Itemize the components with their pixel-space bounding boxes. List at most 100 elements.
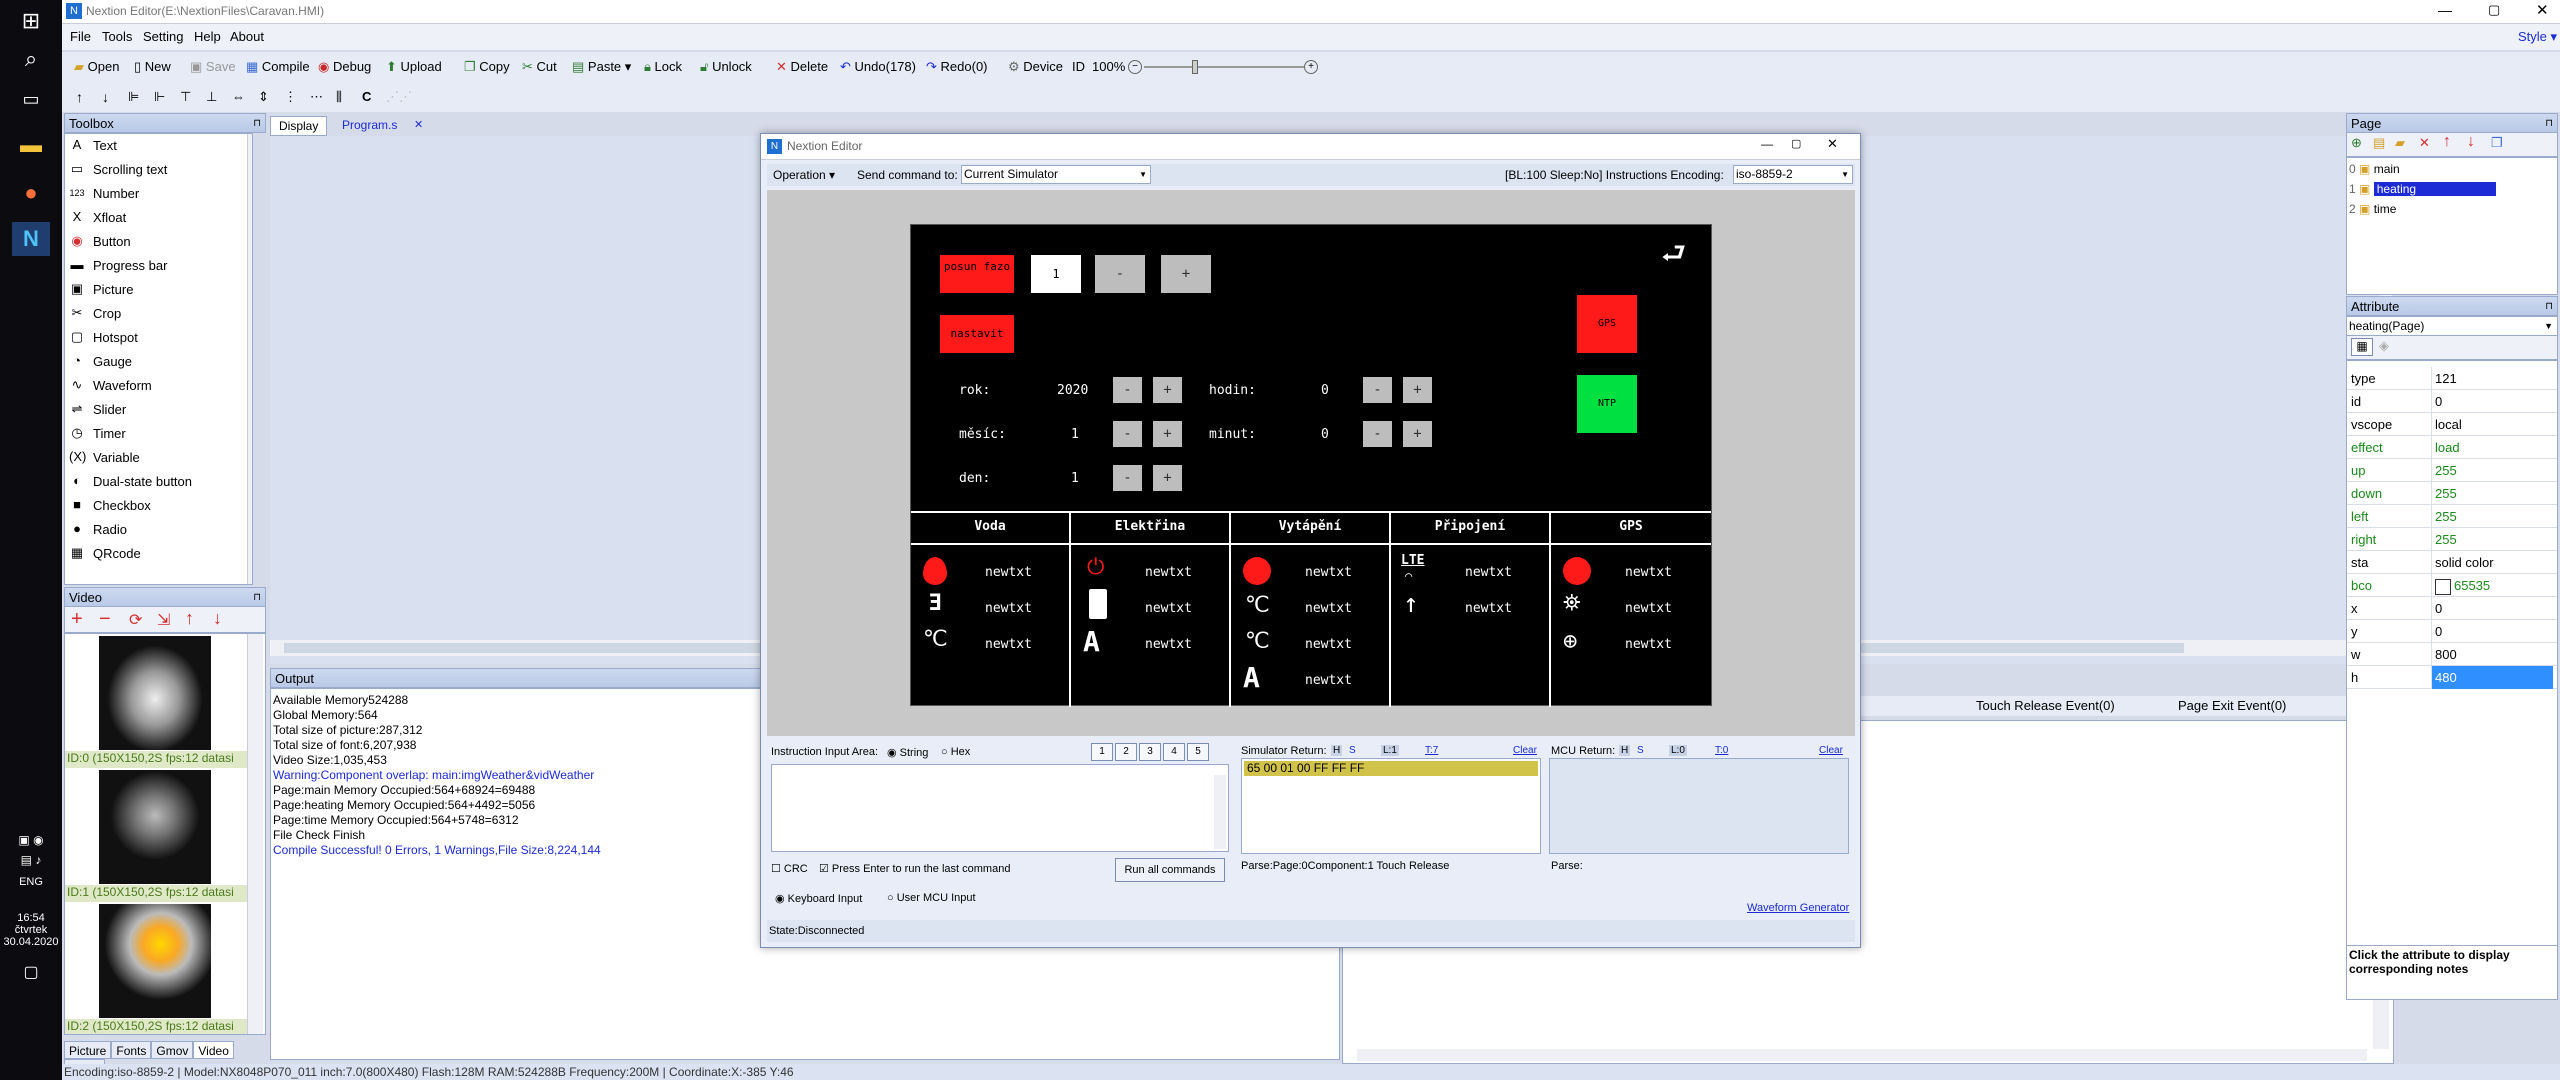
zoom-out-icon[interactable]: − <box>1128 60 1142 74</box>
back-arrow-icon[interactable]: ⮐ <box>1661 233 1686 281</box>
attribute-selector[interactable]: heating(Page) ▼ <box>2346 316 2558 336</box>
unlock-button[interactable]: 🔓︎ Unlock <box>700 56 752 78</box>
tray-icons[interactable]: ▣ ◉ ▤ ♪ <box>0 830 62 870</box>
hodin-minus-button[interactable]: - <box>1363 377 1392 403</box>
attribute-value[interactable]: 255 <box>2431 482 2553 505</box>
page-item-main[interactable]: 0 ▣ main <box>2349 162 2400 176</box>
touch-release-event-tab[interactable]: Touch Release Event(0) <box>1976 698 2115 713</box>
attribute-value[interactable]: 255 <box>2431 505 2553 528</box>
nastavit-button[interactable]: nastavit <box>940 315 1014 353</box>
ntp-button[interactable]: NTP <box>1577 375 1637 433</box>
user-mcu-radio[interactable]: ○ User MCU Input <box>887 892 976 904</box>
tab-fonts[interactable]: Fonts <box>111 1041 152 1059</box>
phase-plus-button[interactable]: + <box>1161 255 1211 293</box>
attribute-row[interactable]: w 800 <box>2347 643 2557 666</box>
attribute-value[interactable]: local <box>2431 413 2553 436</box>
delete-button[interactable]: ✕ Delete <box>776 56 828 78</box>
attribute-value[interactable]: 0 <box>2431 390 2553 413</box>
keyboard-input-radio[interactable]: ◉ Keyboard Input <box>775 892 862 905</box>
zoom-slider[interactable] <box>1144 66 1304 68</box>
attribute-row[interactable]: right 255 <box>2347 528 2557 551</box>
num-button-4[interactable]: 4 <box>1163 743 1185 761</box>
same-height-icon[interactable]: ⇕ <box>258 86 269 108</box>
task-view-icon[interactable]: ▭ <box>12 82 50 116</box>
close-icon[interactable]: ✕ <box>1827 136 1838 152</box>
cut-button[interactable]: ✂ Cut <box>522 56 557 78</box>
insert-page-icon[interactable]: ▤ <box>2373 135 2385 151</box>
attribute-row[interactable]: id 0 <box>2347 390 2557 413</box>
attribute-row[interactable]: down 255 <box>2347 482 2557 505</box>
pin-icon[interactable]: ⊓ <box>253 588 265 608</box>
move-down-icon[interactable]: ↓ <box>2467 133 2475 151</box>
video-item-0[interactable]: ID:0 (150X150,2S fps:12 datasi <box>65 751 247 768</box>
minut-plus-button[interactable]: + <box>1403 421 1432 447</box>
video-scrollbar[interactable] <box>247 634 263 1034</box>
sim-h-toggle[interactable]: H <box>1331 745 1343 756</box>
toolbox-item[interactable]: ● Radio <box>65 518 252 542</box>
clear-mcu-button[interactable]: Clear <box>1819 745 1843 756</box>
attribute-row[interactable]: effect load <box>2347 436 2557 459</box>
close-icon[interactable]: ✕ <box>2536 1 2549 19</box>
open-button[interactable]: ▰ Open <box>74 56 119 78</box>
add-icon[interactable]: + <box>71 608 83 631</box>
copy-page-icon[interactable]: ❐ <box>2491 135 2503 151</box>
minimize-icon[interactable]: — <box>2438 2 2452 18</box>
close-tab-icon[interactable]: ✕ <box>414 118 423 131</box>
attribute-row[interactable]: y0 <box>2347 620 2557 643</box>
tab-video[interactable]: Video <box>193 1041 234 1059</box>
toolbox-item[interactable]: ▬ Progress bar <box>65 254 252 278</box>
center-h-icon[interactable]: ⋮ <box>284 86 297 108</box>
attribute-value[interactable]: load <box>2431 436 2553 459</box>
menu-file[interactable]: File <box>70 29 91 44</box>
num-button-2[interactable]: 2 <box>1115 743 1137 761</box>
den-minus-button[interactable]: - <box>1113 465 1142 491</box>
compile-button[interactable]: ▦ Compile <box>246 56 310 78</box>
font-c-icon[interactable]: C <box>362 86 371 108</box>
toolbox-item[interactable]: ▦ QRcode <box>65 542 252 566</box>
page-item-time[interactable]: 2 ▣ time <box>2349 202 2396 216</box>
zoom-slider-thumb[interactable] <box>1192 60 1198 74</box>
code-hscroll[interactable] <box>1357 1049 2367 1061</box>
nextion-app-icon[interactable]: N <box>12 222 50 256</box>
align-bottom-icon[interactable]: ⊥ <box>206 86 217 108</box>
den-plus-button[interactable]: + <box>1153 465 1182 491</box>
crc-checkbox[interactable]: ☐ CRC <box>771 862 808 875</box>
align-right-icon[interactable]: ⊩ <box>154 86 165 108</box>
attribute-value[interactable]: 255 <box>2431 528 2553 551</box>
page-item-heating[interactable]: 1 ▣ heating <box>2349 182 2555 200</box>
undo-button[interactable]: ↶ Undo(178) <box>840 56 916 78</box>
save-button[interactable]: ▣ Save <box>190 56 236 78</box>
minut-minus-button[interactable]: - <box>1363 421 1392 447</box>
phase-minus-button[interactable]: - <box>1095 255 1145 293</box>
clock-time[interactable]: 16:54 <box>0 912 62 924</box>
replace-icon[interactable]: ⟳ <box>129 610 142 630</box>
import-page-icon[interactable]: ▰ <box>2395 135 2405 151</box>
attribute-value[interactable]: 0 <box>2431 597 2553 620</box>
menu-setting[interactable]: Setting <box>143 29 183 44</box>
hex-radio[interactable]: ○ Hex <box>941 746 970 758</box>
file-explorer-icon[interactable]: ▬ <box>12 128 50 162</box>
attribute-row[interactable]: h 480 <box>2347 666 2557 689</box>
same-width-icon[interactable]: ⇔ <box>232 86 245 108</box>
align-top-icon[interactable]: ⊤ <box>180 86 191 108</box>
tab-picture[interactable]: Picture <box>64 1041 112 1059</box>
attribute-value[interactable]: 65535 <box>2431 574 2553 597</box>
toolbox-item[interactable]: ▢ Hotspot <box>65 326 252 350</box>
video-thumb-cloud[interactable] <box>99 636 211 750</box>
h-distribute-icon[interactable]: ⫼ <box>336 86 342 108</box>
move-down-icon[interactable]: ↓ <box>213 608 222 629</box>
style-menu[interactable]: Style ▾ <box>2518 29 2557 45</box>
pin-icon[interactable]: ⊓ <box>253 114 265 134</box>
encoding-select[interactable]: iso-8859-2 ▼ <box>1733 165 1853 184</box>
toolbox-item[interactable]: ◉ Button <box>65 230 252 254</box>
firefox-icon[interactable]: ● <box>12 176 50 210</box>
move-up-icon[interactable]: ↑ <box>76 86 83 108</box>
attribute-row[interactable]: type 121 <box>2347 367 2557 390</box>
rok-minus-button[interactable]: - <box>1113 377 1142 403</box>
toolbox-item[interactable]: ◷ Timer <box>65 422 252 446</box>
debug-button[interactable]: ◉ Debug <box>318 56 371 78</box>
toolbox-item[interactable]: ▭ Scrolling text <box>65 158 252 182</box>
num-button-5[interactable]: 5 <box>1187 743 1209 761</box>
device-button[interactable]: ⚙ Device <box>1008 56 1063 78</box>
copy-button[interactable]: ❐ Copy <box>464 56 510 78</box>
